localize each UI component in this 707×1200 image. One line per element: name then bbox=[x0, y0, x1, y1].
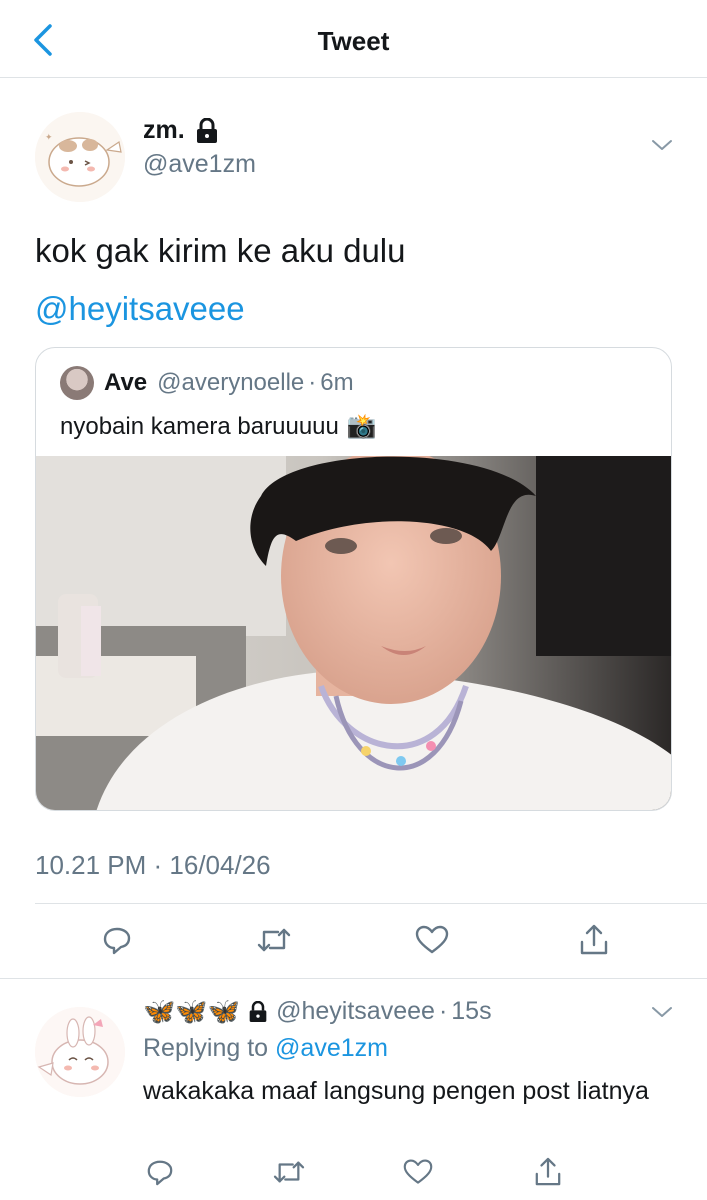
reply-retweet-button[interactable] bbox=[267, 1150, 311, 1194]
quoted-separator: · bbox=[308, 369, 317, 396]
replying-to-label: Replying to bbox=[143, 1034, 269, 1062]
share-icon bbox=[580, 924, 608, 955]
reply-like-button[interactable] bbox=[396, 1150, 440, 1194]
quoted-time: 6m bbox=[320, 369, 354, 396]
chevron-down-icon bbox=[652, 140, 672, 150]
tweet-more-button[interactable] bbox=[647, 133, 677, 157]
replying-to-line: Replying to @ave1zm bbox=[143, 1034, 388, 1063]
quoted-tweet-text: nyobain kamera baruuuuu 📸 bbox=[60, 412, 377, 441]
replying-to-mention[interactable]: @ave1zm bbox=[275, 1034, 388, 1062]
camera-flash-emoji: 📸 bbox=[346, 413, 377, 440]
like-button[interactable] bbox=[410, 918, 454, 962]
reply-reply-button[interactable] bbox=[138, 1150, 182, 1194]
quoted-tweet-photo[interactable] bbox=[36, 456, 671, 810]
divider-top bbox=[35, 903, 707, 904]
quoted-author-handle: @averynoelle bbox=[157, 369, 305, 396]
author-avatar[interactable]: ✦ bbox=[35, 112, 125, 202]
hamster-avatar-illustration: ✦ bbox=[35, 112, 125, 202]
chevron-down-icon bbox=[652, 1007, 672, 1017]
retweet-icon bbox=[257, 928, 291, 952]
quoted-tweet-body: nyobain kamera baruuuuu bbox=[60, 412, 339, 440]
tweet-body: kok gak kirim ke aku dulu bbox=[35, 232, 406, 269]
reply-handle[interactable]: @heyitsaveee bbox=[276, 997, 435, 1026]
heart-icon bbox=[415, 925, 449, 954]
quoted-tweet-card[interactable]: Ave @averynoelle · 6m nyobain kamera bar… bbox=[35, 347, 672, 811]
divider-bottom bbox=[0, 978, 707, 979]
reply-more-button[interactable] bbox=[647, 1000, 677, 1024]
author-handle[interactable]: @ave1zm bbox=[143, 150, 256, 179]
svg-text:✦: ✦ bbox=[45, 133, 53, 143]
reply-icon bbox=[147, 1160, 173, 1186]
reply-share-button[interactable] bbox=[526, 1150, 570, 1194]
reply-button[interactable] bbox=[95, 918, 139, 962]
portrait-photo-illustration bbox=[36, 456, 671, 810]
tweet-mention-link[interactable]: @heyitsaveee bbox=[35, 280, 406, 338]
lock-icon bbox=[249, 1000, 267, 1022]
retweet-button[interactable] bbox=[252, 918, 296, 962]
share-icon bbox=[535, 1157, 561, 1186]
retweet-icon bbox=[273, 1161, 305, 1183]
quoted-tweet-header: Ave @averynoelle · 6m bbox=[60, 366, 354, 400]
quoted-author-avatar bbox=[60, 366, 94, 400]
reply-display-name[interactable]: 🦋🦋🦋 bbox=[143, 996, 240, 1027]
author-name-row: zm. bbox=[143, 116, 219, 145]
quoted-author-name: Ave bbox=[104, 369, 148, 396]
top-bar: Tweet bbox=[0, 0, 707, 78]
reply-icon bbox=[103, 927, 131, 955]
reply-author-row: 🦋🦋🦋 @heyitsaveee · 15s bbox=[143, 996, 492, 1027]
bunny-avatar-illustration bbox=[35, 1007, 125, 1097]
page-title: Tweet bbox=[317, 26, 390, 56]
author-display-name[interactable]: zm. bbox=[143, 116, 185, 145]
reply-time: 15s bbox=[451, 997, 492, 1025]
tweet-text: kok gak kirim ke aku dulu @heyitsaveee bbox=[35, 222, 406, 338]
heart-icon bbox=[403, 1159, 433, 1184]
reply-separator: · bbox=[438, 997, 448, 1025]
reply-author-avatar[interactable] bbox=[35, 1007, 125, 1097]
share-button[interactable] bbox=[572, 918, 616, 962]
tweet-timestamp: 10.21 PM · 16/04/26 bbox=[35, 850, 271, 880]
reply-text: wakakaka maaf langsung pengen post liatn… bbox=[143, 1077, 649, 1105]
lock-icon bbox=[196, 117, 217, 143]
